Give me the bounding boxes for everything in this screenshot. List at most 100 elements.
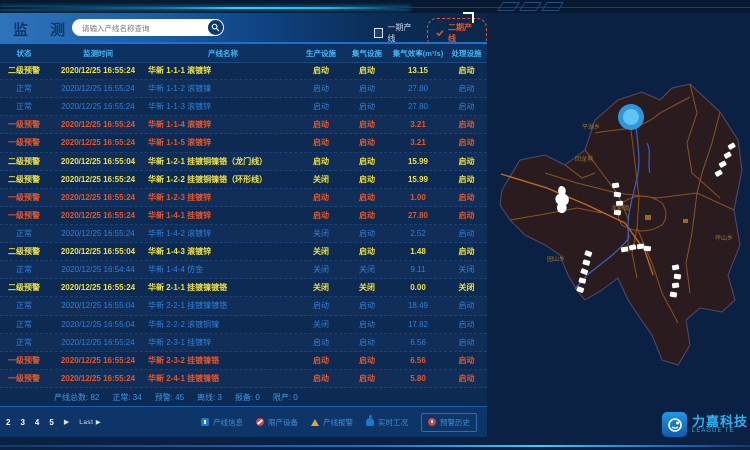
page-button-3[interactable]: 3: [20, 418, 24, 427]
table-row[interactable]: 一级预警2020/12/25 16:55:24华新 1-1-5 滚镀锌启动启动3…: [0, 134, 487, 152]
cell-treat: 启动: [446, 355, 487, 366]
table-row[interactable]: 正常2020/12/25 16:55:24华新 1-1-2 滚镀镍启动启动27.…: [0, 80, 487, 98]
cell-name: 华新 2-2-1 挂镀镍镀铬: [148, 300, 298, 311]
table-row[interactable]: 二级预警2020/12/25 16:55:24华新 1-2-2 挂镀铜镍铬（环形…: [0, 171, 487, 189]
cell-time: 2020/12/25 16:54:44: [48, 265, 148, 274]
table-row[interactable]: 一级预警2020/12/25 16:55:24华新 2-3-2 挂镀镍铬启动启动…: [0, 352, 487, 370]
cell-prod: 启动: [298, 373, 344, 384]
cell-prod: 启动: [298, 119, 344, 130]
cell-name: 华新 1-1-3 滚镀锌: [148, 101, 298, 112]
legend-item-restrict[interactable]: 限产设备: [256, 417, 298, 428]
table-row[interactable]: 二级预警2020/12/25 16:55:04华新 1-4-3 滚镀锌关闭启动1…: [0, 243, 487, 261]
cell-name: 华新 1-1-2 滚镀镍: [148, 83, 298, 94]
table-row[interactable]: 二级预警2020/12/25 16:55:24华新 1-1-1 滚镀锌启动启动1…: [0, 62, 487, 80]
filter-phase1[interactable]: 一期产线: [374, 22, 417, 44]
page-button-2[interactable]: 2: [6, 418, 10, 427]
cell-prod: 关闭: [298, 282, 344, 293]
table-header-row: 状态监测时间产线名称生产设施集气设施集气效率(m³/s)处理设施: [0, 44, 487, 63]
cell-time: 2020/12/25 16:55:24: [48, 84, 148, 93]
cell-eff: 0.00: [390, 283, 446, 292]
table-row[interactable]: 一级预警2020/12/25 16:55:24华新 1-1-4 滚镀锌启动启动3…: [0, 116, 487, 134]
search-input[interactable]: [80, 20, 204, 36]
column-header-5: 集气效率(m³/s): [390, 48, 446, 59]
page-button-5[interactable]: 5: [49, 418, 53, 427]
cell-prod: 关闭: [298, 246, 344, 257]
table-row[interactable]: 正常2020/12/25 16:55:24华新 1-1-3 滚镀锌启动启动27.…: [0, 98, 487, 116]
cell-time: 2020/12/25 16:55:24: [48, 120, 148, 129]
cell-time: 2020/12/25 16:55:24: [48, 283, 148, 292]
monitoring-panel: 监 测 一期产线 二期: [0, 13, 487, 437]
legend-label: 实时工况: [378, 417, 408, 428]
page-title: 监 测: [13, 19, 74, 40]
table-row[interactable]: 一级预警2020/12/25 16:55:24华新 1-4-1 挂镀锌启动启动2…: [0, 207, 487, 225]
info-icon: [201, 418, 209, 426]
cell-status: 二级预警: [0, 65, 48, 76]
cell-gas: 启动: [344, 337, 390, 348]
map-beacon-marker[interactable]: [618, 104, 644, 130]
summary-产线总数: 产线总数: 82: [54, 392, 99, 403]
legend-label: 预警历史: [440, 417, 470, 428]
cell-eff: 27.80: [390, 84, 446, 93]
cell-treat: 启动: [446, 246, 487, 257]
brand-logo: 力嘉科技 LEAGUE TE: [662, 412, 750, 437]
legend-item-history[interactable]: 预警历史: [421, 413, 477, 432]
footer-bar: 2 3 4 5 ▶ Last ▶ 产线信息 限产设备 产线报警 实时工况 预警历史: [0, 406, 487, 437]
cell-prod: 启动: [298, 210, 344, 221]
corner-bracket-decor: [463, 12, 474, 23]
search-box: [72, 19, 224, 36]
table-row[interactable]: 二级预警2020/12/25 16:55:04华新 1-2-1 挂镀铜镍铬（龙门…: [0, 153, 487, 171]
cell-time: 2020/12/25 16:55:04: [48, 301, 148, 310]
cell-gas: 关闭: [344, 282, 390, 293]
map-place-label: 坪山乡: [715, 234, 733, 242]
cell-eff: 6.56: [390, 338, 446, 347]
pagination: 2 3 4 5 ▶ Last ▶: [6, 418, 101, 427]
table-row[interactable]: 一级预警2020/12/25 16:55:24华新 1-2-3 挂镀锌启动启动1…: [0, 189, 487, 207]
table-row[interactable]: 二级预警2020/12/25 16:55:24华新 2-1-1 挂镀镍镀铬关闭关…: [0, 279, 487, 297]
table-row[interactable]: 正常2020/12/25 16:55:04华新 2-2-1 挂镀镍镀铬启动启动1…: [0, 297, 487, 315]
restrict-icon: [256, 418, 264, 426]
column-header-6: 处理设施: [446, 48, 487, 59]
cell-treat: 启动: [446, 210, 487, 221]
table-row[interactable]: 一级预警2020/12/25 16:55:24华新 2-4-1 挂镀镍铬启动启动…: [0, 370, 487, 388]
cell-status: 一级预警: [0, 137, 48, 148]
summary-预警: 预警: 45: [155, 392, 184, 403]
check-icon: [436, 29, 444, 37]
legend-item-realtime[interactable]: 实时工况: [366, 417, 408, 428]
column-header-1: 监测时间: [48, 48, 148, 59]
next-page-button[interactable]: ▶: [64, 418, 69, 426]
cell-status: 二级预警: [0, 282, 48, 293]
monitoring-dashboard: 监 测 一期产线 二期: [0, 0, 750, 450]
legend-item-info[interactable]: 产线信息: [201, 417, 243, 428]
column-header-0: 状态: [0, 48, 48, 59]
cell-gas: 启动: [344, 319, 390, 330]
district-map[interactable]: 平湖乡回龙埔龙岗镇坪山乡园山乡: [487, 13, 750, 437]
cell-prod: 启动: [298, 101, 344, 112]
last-page-button[interactable]: Last ▶: [79, 418, 101, 426]
cell-prod: 关闭: [298, 319, 344, 330]
cell-time: 2020/12/25 16:55:04: [48, 320, 148, 329]
table-row[interactable]: 正常2020/12/25 16:55:04华新 2-2-2 滚镀铜镍关闭启动17…: [0, 316, 487, 334]
column-header-3: 生产设施: [298, 48, 344, 59]
legend-bar: 产线信息 限产设备 产线报警 实时工况 预警历史: [201, 413, 477, 432]
cell-gas: 启动: [344, 156, 390, 167]
table-row[interactable]: 正常2020/12/25 16:54:44华新 1-4-4 仿金关闭关闭9.11…: [0, 261, 487, 279]
cell-gas: 启动: [344, 355, 390, 366]
cell-prod: 关闭: [298, 264, 344, 275]
cell-treat: 启动: [446, 83, 487, 94]
search-button[interactable]: [208, 20, 223, 35]
cell-eff: 27.80: [390, 211, 446, 220]
cell-gas: 启动: [344, 300, 390, 311]
summary-限产: 限产: 0: [273, 392, 298, 403]
cell-time: 2020/12/25 16:55:24: [48, 175, 148, 184]
legend-item-alarm[interactable]: 产线报警: [311, 417, 353, 428]
table-row[interactable]: 正常2020/12/25 16:55:24华新 1-4-2 滚镀锌关闭启动2.5…: [0, 225, 487, 243]
table-row[interactable]: 正常2020/12/25 16:55:24华新 2-3-1 挂镀锌启动启动6.5…: [0, 334, 487, 352]
cell-status: 正常: [0, 337, 48, 348]
cell-prod: 启动: [298, 83, 344, 94]
cell-treat: 启动: [446, 119, 487, 130]
map-place-label: 园山乡: [547, 255, 565, 263]
cell-gas: 启动: [344, 119, 390, 130]
page-button-4[interactable]: 4: [35, 418, 39, 427]
cell-prod: 启动: [298, 137, 344, 148]
summary-正常: 正常: 34: [112, 392, 141, 403]
